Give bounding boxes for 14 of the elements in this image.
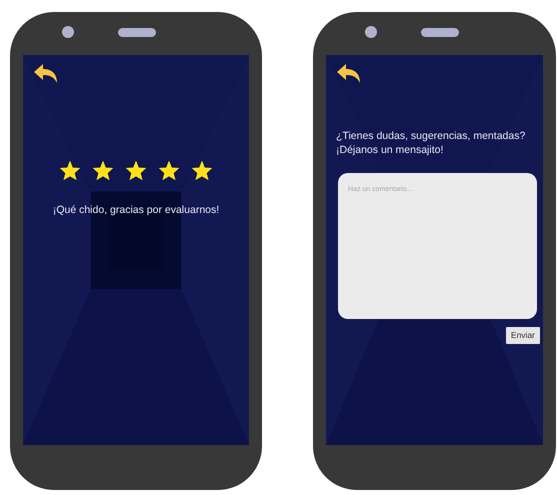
speaker-icon bbox=[421, 28, 459, 37]
star-icon[interactable] bbox=[159, 161, 179, 180]
camera-icon bbox=[62, 26, 74, 38]
send-button[interactable]: Enviar bbox=[506, 327, 540, 344]
star-icon[interactable] bbox=[60, 161, 80, 180]
star-icon[interactable] bbox=[192, 161, 212, 180]
star-icon[interactable] bbox=[93, 161, 113, 180]
star-icon[interactable] bbox=[126, 161, 146, 180]
back-arrow-icon[interactable] bbox=[336, 63, 362, 85]
camera-icon bbox=[365, 26, 377, 38]
speaker-icon bbox=[118, 28, 156, 37]
thank-you-message: ¡Qué chido, gracias por evaluarnos! bbox=[52, 203, 220, 218]
feedback-prompt: ¿Tienes dudas, sugerencias, mentadas? ¡Déjanos un mensajito! bbox=[336, 129, 526, 157]
back-arrow-icon[interactable] bbox=[33, 63, 59, 85]
